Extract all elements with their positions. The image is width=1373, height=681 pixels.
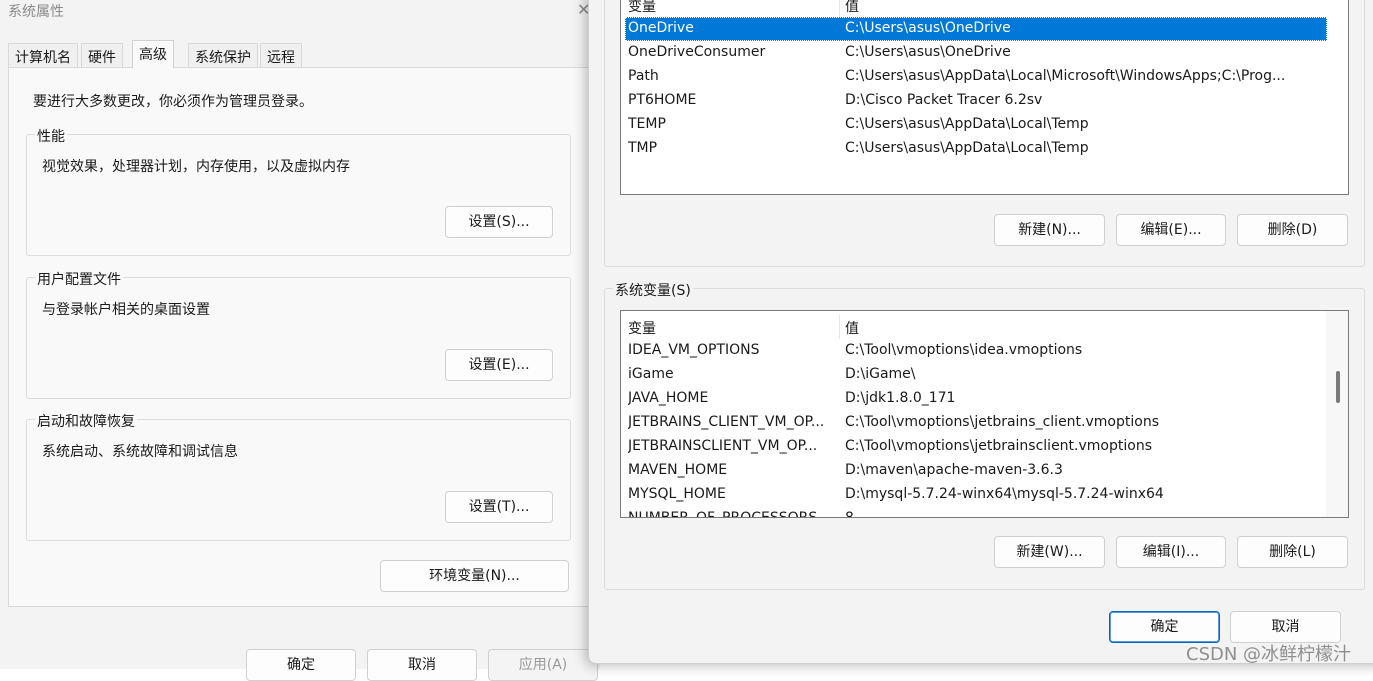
variable-name: JETBRAINS_CLIENT_VM_OP...: [628, 414, 825, 430]
column-value[interactable]: 值: [845, 318, 859, 338]
admin-note: 要进行大多数更改，你必须作为管理员登录。: [33, 94, 313, 110]
variable-value: 8: [845, 510, 854, 518]
table-row[interactable]: Path C:\Users\asus\AppData\Local\Microsof…: [625, 65, 1327, 89]
cancel-button[interactable]: 取消: [367, 649, 477, 681]
variable-name: MYSQL_HOME: [628, 486, 726, 502]
table-row[interactable]: MAVEN_HOME D:\maven\apache-maven-3.6.3: [625, 459, 1327, 483]
system-properties-window: 系统属性 ✕ 计算机名 硬件 高级 系统保护 远程 要进行大多数更改，你必须作为…: [0, 0, 600, 681]
variable-name: TMP: [628, 140, 658, 156]
variable-value: D:\mysql-5.7.24-winx64\mysql-5.7.24-winx…: [845, 486, 1164, 502]
table-row[interactable]: JETBRAINS_CLIENT_VM_OP... C:\Tool\vmoptio…: [625, 411, 1327, 435]
list-header: 变量 值: [621, 315, 1348, 339]
environment-variables-button[interactable]: 环境变量(N)...: [380, 560, 569, 592]
variable-value: D:\Cisco Packet Tracer 6.2sv: [845, 92, 1043, 108]
performance-settings-button[interactable]: 设置(S)...: [445, 206, 553, 238]
column-variable[interactable]: 变量: [628, 0, 656, 16]
vertical-scrollbar[interactable]: [1326, 311, 1348, 517]
table-row[interactable]: TEMP C:\Users\asus\AppData\Local\Temp: [625, 113, 1327, 137]
tab-advanced[interactable]: 高级: [132, 40, 174, 68]
table-row[interactable]: OneDriveConsumer C:\Users\asus\OneDrive: [625, 41, 1327, 65]
startup-recovery-desc: 系统启动、系统故障和调试信息: [42, 444, 238, 460]
env-ok-button[interactable]: 确定: [1109, 611, 1220, 643]
variable-name: iGame: [628, 366, 674, 382]
system-edit-button[interactable]: 编辑(I)...: [1116, 536, 1226, 568]
variable-name: OneDriveConsumer: [628, 44, 766, 60]
table-row[interactable]: PT6HOME D:\Cisco Packet Tracer 6.2sv: [625, 89, 1327, 113]
ok-button[interactable]: 确定: [246, 649, 356, 681]
table-row[interactable]: JAVA_HOME D:\jdk1.8.0_171: [625, 387, 1327, 411]
variable-name: IDEA_VM_OPTIONS: [628, 342, 760, 358]
table-row[interactable]: TMP C:\Users\asus\AppData\Local\Temp: [625, 137, 1327, 161]
variable-value: C:\Users\asus\AppData\Local\Temp: [845, 116, 1089, 132]
table-row[interactable]: JETBRAINSCLIENT_VM_OP... C:\Tool\vmoption…: [625, 435, 1327, 459]
performance-legend: 性能: [35, 126, 67, 146]
variable-name: MAVEN_HOME: [628, 462, 728, 478]
scrollbar-thumb[interactable]: [1336, 371, 1340, 403]
user-new-button[interactable]: 新建(N)...: [994, 214, 1105, 246]
table-row[interactable]: OneDrive C:\Users\asus\OneDrive: [625, 17, 1327, 41]
variable-value: C:\Tool\vmoptions\jetbrainsclient.vmopti…: [845, 438, 1152, 454]
system-variables-legend: 系统变量(S): [613, 280, 693, 300]
window-title: 系统属性: [8, 4, 64, 20]
variable-value: D:\jdk1.8.0_171: [845, 390, 956, 406]
variable-value: C:\Users\asus\OneDrive: [845, 20, 1011, 36]
table-row[interactable]: IDEA_VM_OPTIONS C:\Tool\vmoptions\idea.vm…: [625, 339, 1327, 363]
column-value[interactable]: 值: [845, 0, 859, 16]
variable-name: JETBRAINSCLIENT_VM_OP...: [628, 438, 818, 454]
user-delete-button[interactable]: 删除(D): [1237, 214, 1348, 246]
user-edit-button[interactable]: 编辑(E)...: [1116, 214, 1226, 246]
apply-button[interactable]: 应用(A): [488, 649, 598, 681]
variable-value: C:\Users\asus\OneDrive: [845, 44, 1011, 60]
list-header: 变量 值: [621, 0, 1348, 17]
tab-computer-name[interactable]: 计算机名: [8, 43, 78, 67]
system-variables-list[interactable]: 变量 值 IDEA_VM_OPTIONS C:\Tool\vmoptions\id…: [620, 310, 1349, 518]
table-row[interactable]: iGame D:\iGame\: [625, 363, 1327, 387]
variable-name: JAVA_HOME: [628, 390, 709, 406]
variable-value: C:\Tool\vmoptions\jetbrains_client.vmopt…: [845, 414, 1159, 430]
startup-recovery-settings-button[interactable]: 设置(T)...: [445, 491, 553, 523]
watermark: CSDN @冰鲜柠檬汁: [1186, 644, 1352, 665]
user-variables-list[interactable]: 变量 值 OneDrive C:\Users\asus\OneDrive OneDr…: [620, 0, 1349, 195]
tab-system-protection[interactable]: 系统保护: [188, 43, 258, 67]
variable-value: D:\maven\apache-maven-3.6.3: [845, 462, 1063, 478]
variable-value: C:\Users\asus\AppData\Local\Temp: [845, 140, 1089, 156]
system-new-button[interactable]: 新建(W)...: [994, 536, 1105, 568]
user-profiles-settings-button[interactable]: 设置(E)...: [445, 349, 553, 381]
variable-name: OneDrive: [628, 20, 694, 36]
performance-desc: 视觉效果，处理器计划，内存使用，以及虚拟内存: [42, 159, 350, 175]
table-row[interactable]: MYSQL_HOME D:\mysql-5.7.24-winx64\mysql-5…: [625, 483, 1327, 507]
variable-name: PT6HOME: [628, 92, 697, 108]
user-profiles-desc: 与登录帐户相关的桌面设置: [42, 302, 210, 318]
variable-value: C:\Tool\vmoptions\idea.vmoptions: [845, 342, 1083, 358]
system-delete-button[interactable]: 删除(L): [1237, 536, 1348, 568]
startup-recovery-legend: 启动和故障恢复: [35, 411, 137, 431]
tab-hardware[interactable]: 硬件: [81, 43, 123, 67]
user-profiles-legend: 用户配置文件: [35, 269, 123, 289]
variable-name: Path: [628, 68, 659, 84]
variable-name: NUMBER_OF_PROCESSORS: [628, 510, 818, 518]
column-separator: [839, 0, 840, 17]
variable-value: C:\Users\asus\AppData\Local\Microsoft\Wi…: [845, 68, 1286, 84]
variable-name: TEMP: [628, 116, 666, 132]
column-separator: [839, 315, 840, 339]
env-cancel-button[interactable]: 取消: [1230, 611, 1341, 643]
tab-remote[interactable]: 远程: [260, 43, 302, 67]
variable-value: D:\iGame\: [845, 366, 916, 382]
table-row[interactable]: NUMBER_OF_PROCESSORS 8: [625, 507, 1327, 518]
column-variable[interactable]: 变量: [628, 318, 656, 338]
